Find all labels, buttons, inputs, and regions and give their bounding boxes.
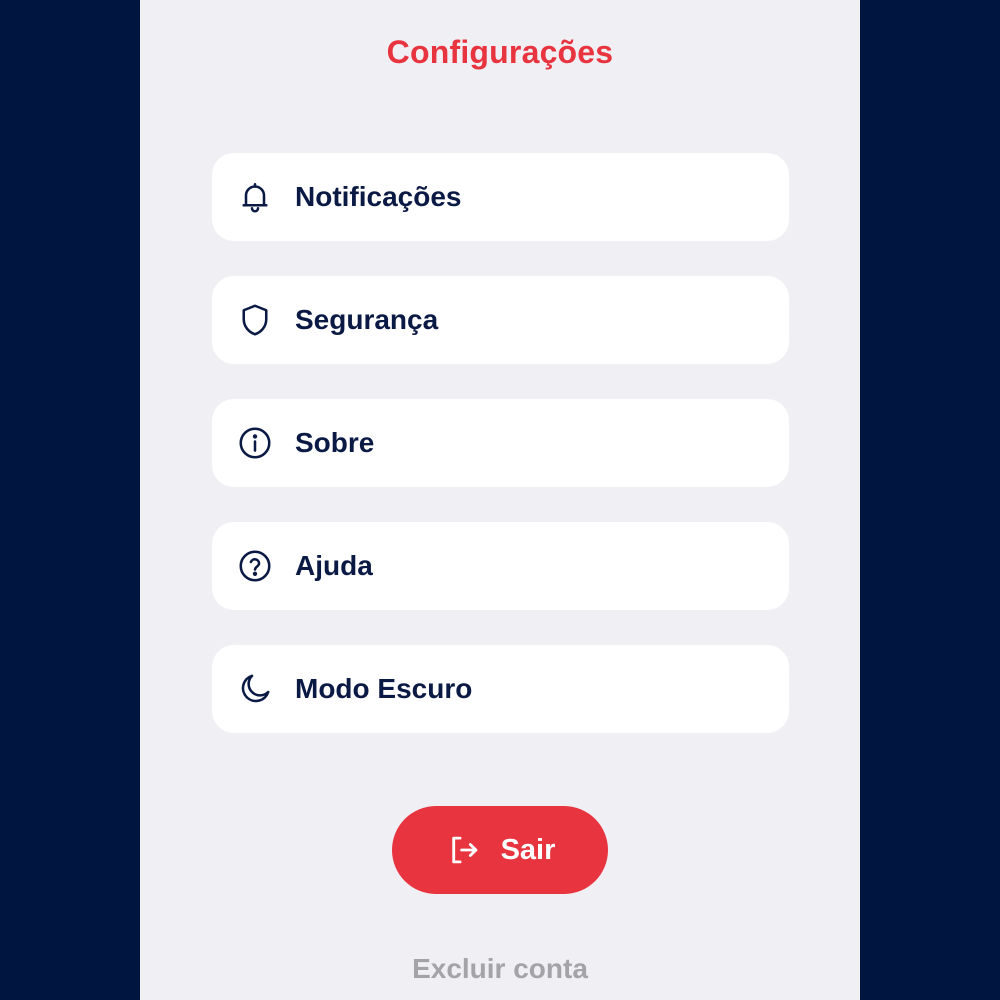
logout-button[interactable]: Sair [392,806,608,894]
delete-account-link[interactable]: Excluir conta [140,953,860,985]
logout-icon [445,831,483,869]
menu-item-label: Notificações [295,181,462,212]
menu-item-label: Ajuda [295,550,373,581]
menu-item-dark-mode[interactable]: Modo Escuro [212,645,789,733]
page-title: Configurações [386,34,614,70]
logout-label: Sair [500,833,556,866]
settings-menu: Notificações Segurança Sobre Ajuda Modo … [212,153,789,768]
menu-item-label: Sobre [295,427,375,458]
bell-icon [237,179,273,215]
menu-item-label: Modo Escuro [295,673,473,704]
menu-item-notifications[interactable]: Notificações [212,153,789,241]
help-icon [237,548,273,584]
menu-item-about[interactable]: Sobre [212,399,789,487]
info-icon [237,425,273,461]
menu-item-help[interactable]: Ajuda [212,522,789,610]
shield-icon [237,302,273,338]
menu-item-security[interactable]: Segurança [212,276,789,364]
moon-icon [237,671,273,707]
menu-item-label: Segurança [295,304,439,335]
settings-screen: Configurações Notificações Segurança Sob… [140,0,860,1000]
